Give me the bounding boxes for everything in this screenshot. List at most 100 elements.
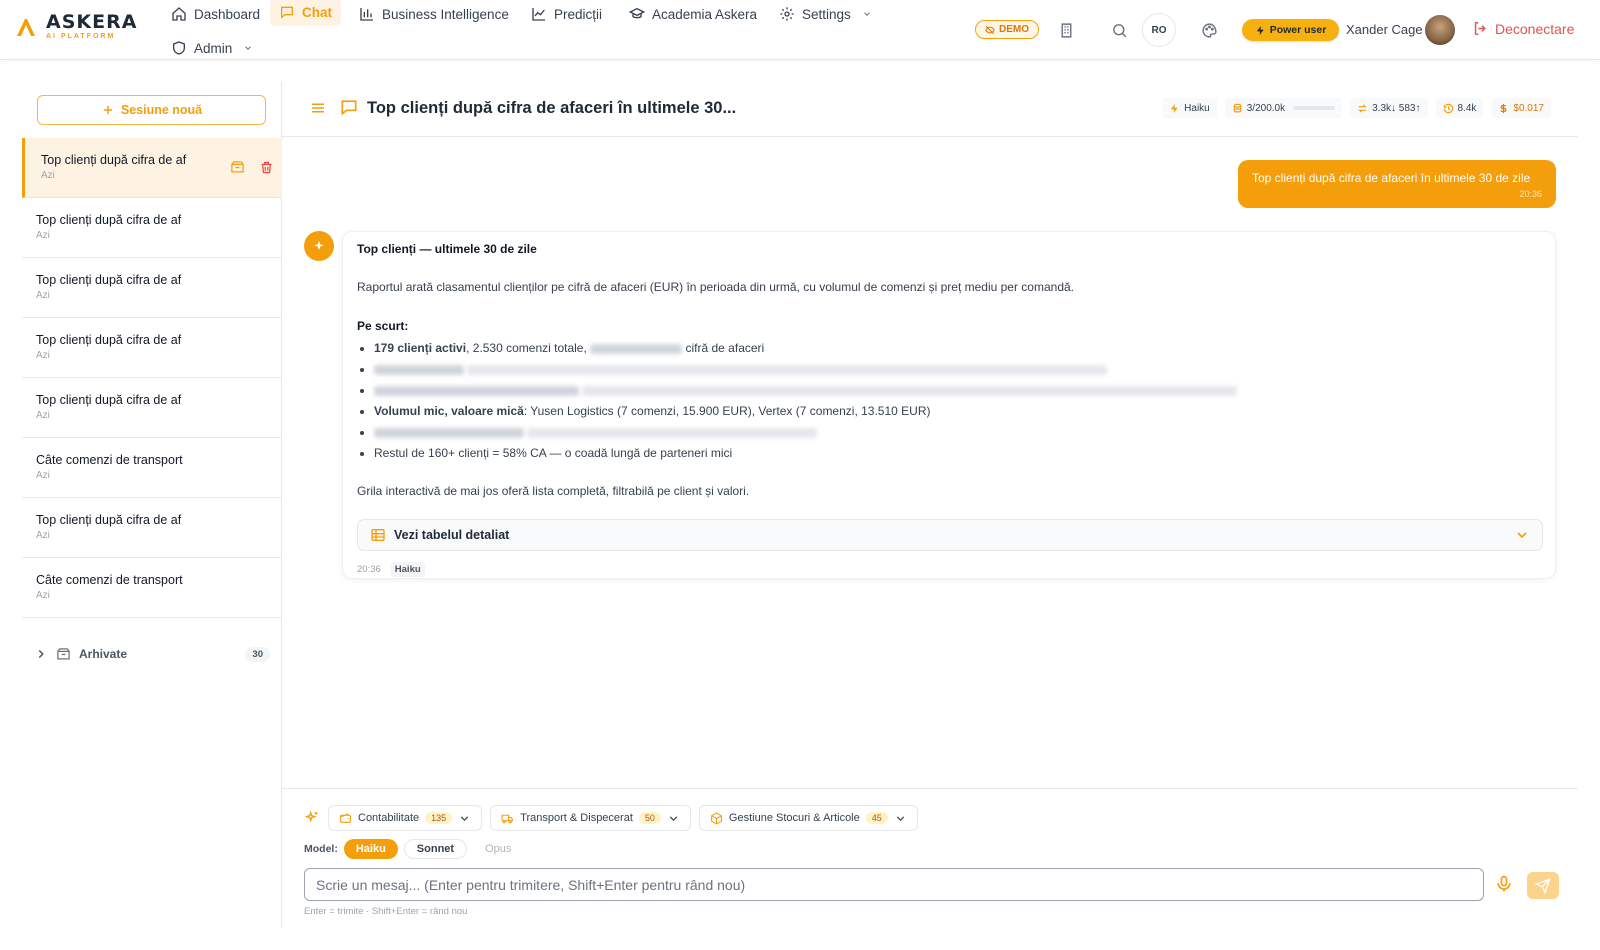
archive-icon <box>57 647 70 659</box>
session-item[interactable]: Top clienți după cifra de af Azi <box>22 258 282 318</box>
avatar[interactable] <box>1425 15 1455 45</box>
context-count: 45 <box>865 812 888 824</box>
truck-icon <box>501 814 514 823</box>
sparkles-icon[interactable] <box>304 810 320 826</box>
chevron-down-icon <box>863 12 870 16</box>
microphone-icon[interactable] <box>1494 874 1514 894</box>
list-item: Volumul mic, valoare mică: Yusen Logisti… <box>357 401 1537 422</box>
logout-button[interactable]: Deconectare <box>1472 20 1574 37</box>
bullet-text: : Yusen Logistics (7 comenzi, 15.900 EUR… <box>523 404 931 418</box>
graduation-cap-icon <box>629 7 645 19</box>
new-session-button[interactable]: Sesiune nouă <box>37 95 266 125</box>
theme-button[interactable] <box>1193 14 1225 46</box>
session-item[interactable]: Top clienți după cifra de af Azi <box>22 138 282 198</box>
building-button[interactable] <box>1050 14 1082 46</box>
language-button[interactable]: RO <box>1142 13 1176 47</box>
nav-dashboard[interactable]: Dashboard <box>162 0 269 28</box>
model-stat-label: Haiku <box>1184 102 1210 114</box>
list-item <box>357 359 1537 380</box>
bullet-text: , 2.530 comenzi totale, <box>466 341 587 355</box>
context-count: 135 <box>425 812 453 824</box>
model-option-haiku[interactable]: Haiku <box>343 839 398 859</box>
trend-icon <box>532 8 545 21</box>
message-meta: 20:36 Haiku <box>357 562 425 577</box>
io-stat: 3.3k↓ 583↑ <box>1350 98 1428 118</box>
model-option-sonnet[interactable]: Sonnet <box>403 839 468 859</box>
username: Xander Cage <box>1346 22 1423 37</box>
archive-icon[interactable] <box>230 160 245 175</box>
trash-icon[interactable] <box>259 160 274 175</box>
cost-stat-label: $0.017 <box>1513 102 1544 114</box>
chat-title: Top clienți după cifra de afaceri în ult… <box>367 99 737 117</box>
archive-count: 30 <box>245 646 270 662</box>
session-item[interactable]: Top clienți după cifra de af Azi <box>22 498 282 558</box>
detailed-table-toggle[interactable]: Vezi tabelul detaliat <box>357 519 1543 551</box>
home-icon <box>172 7 186 21</box>
message-footer-text: Grila interactivă de mai jos oferă lista… <box>357 484 750 498</box>
session-item[interactable]: Top clienți după cifra de af Azi <box>22 378 282 438</box>
nav-bi-label: Business Intelligence <box>382 6 509 22</box>
send-button[interactable] <box>1527 872 1559 899</box>
context-stock[interactable]: Gestiune Stocuri & Articole 45 <box>698 805 918 831</box>
chevron-down-icon <box>896 815 904 821</box>
nav-predictions-label: Predicții <box>554 6 603 22</box>
model-stat: Haiku <box>1162 98 1217 118</box>
assistant-avatar <box>304 231 334 261</box>
palette-icon <box>1201 22 1217 38</box>
nav-business-intelligence[interactable]: Business Intelligence <box>350 0 518 28</box>
brand-subtitle: AI PLATFORM <box>46 33 116 40</box>
message-input[interactable]: Scrie un mesaj... (Enter pentru trimiter… <box>304 868 1484 901</box>
user-message-text: Top clienți după cifra de afaceri în ult… <box>1252 171 1531 185</box>
logout-icon <box>1474 22 1486 35</box>
nav-academy[interactable]: Academia Askera <box>620 0 766 28</box>
context-label: Gestiune Stocuri & Articole <box>728 812 860 824</box>
logout-label: Deconectare <box>1495 20 1575 37</box>
eye-off-icon <box>985 25 995 34</box>
nav-predictions[interactable]: Predicții <box>522 0 611 28</box>
nav-settings-label: Settings <box>802 6 851 22</box>
context-accounting[interactable]: Contabilitate 135 <box>328 805 483 831</box>
send-icon <box>1535 877 1551 894</box>
nav-admin[interactable]: Admin <box>162 34 262 62</box>
gear-icon <box>780 7 794 21</box>
askera-logo-icon <box>17 19 35 36</box>
model-option-opus[interactable]: Opus <box>473 839 523 859</box>
user-message-time: 20:36 <box>1519 189 1542 199</box>
building-icon <box>1061 22 1071 38</box>
bullet-bold: 179 clienți activi <box>374 341 467 355</box>
message-intro: Raportul arată clasamentul clienților pe… <box>357 280 1075 294</box>
session-item[interactable]: Top clienți după cifra de af Azi <box>22 198 282 258</box>
brand-name: ASKERA <box>46 11 138 33</box>
search-button[interactable] <box>1103 14 1135 46</box>
user-message: Top clienți după cifra de afaceri în ult… <box>1238 160 1556 208</box>
bullet-text: cifră de afaceri <box>685 341 765 355</box>
session-item[interactable]: Câte comenzi de transport Azi <box>22 438 282 498</box>
context-transport[interactable]: Transport & Dispecerat 50 <box>490 805 691 831</box>
archived-sessions-toggle[interactable]: Arhivate 30 <box>34 640 270 668</box>
lightning-icon <box>1171 103 1178 113</box>
nav-dashboard-label: Dashboard <box>194 6 261 22</box>
tokens-stat-label: 3/200.0k <box>1246 102 1286 114</box>
chevron-down-icon <box>1517 532 1527 539</box>
session-item[interactable]: Top clienți după cifra de af Azi <box>22 318 282 378</box>
nav-settings[interactable]: Settings <box>770 0 881 28</box>
context-count: 50 <box>638 812 661 824</box>
redacted-text <box>374 364 464 375</box>
chat-icon <box>281 6 293 19</box>
redacted-text <box>527 427 818 438</box>
archive-label: Arhivate <box>79 647 128 661</box>
logo[interactable]: ASKERA AI PLATFORM <box>14 12 137 42</box>
nav-chat[interactable]: Chat <box>270 0 341 26</box>
session-item[interactable]: Câte comenzi de transport Azi <box>22 558 282 618</box>
model-label: Model: <box>304 843 338 855</box>
power-user-badge: Power user <box>1242 19 1339 41</box>
input-hint: Enter = trimite · Shift+Enter = rând nou <box>304 906 468 917</box>
nav-academy-label: Academia Askera <box>652 6 758 22</box>
session-date: Azi <box>36 590 50 601</box>
session-date: Azi <box>36 350 50 361</box>
list-item <box>357 380 1537 401</box>
session-stats: Haiku 3/200.0k 3.3k↓ 583↑ 8.4k $0.017 <box>1162 98 1551 118</box>
session-title: Câte comenzi de transport <box>36 453 183 467</box>
menu-icon[interactable] <box>309 99 327 117</box>
demo-badge: DEMO <box>975 20 1039 39</box>
